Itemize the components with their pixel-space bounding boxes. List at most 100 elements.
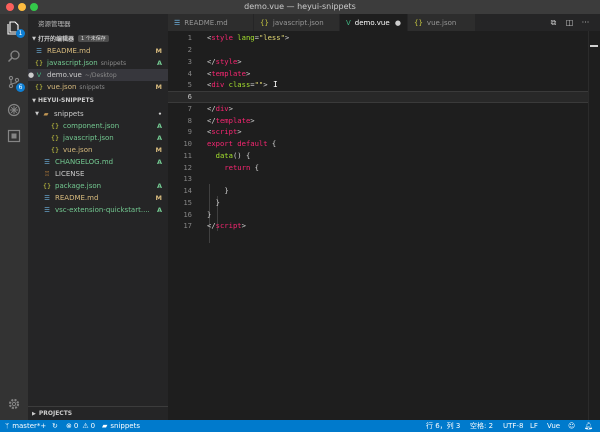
file-javascript-json[interactable]: {} javascript.json A — [28, 132, 168, 144]
branch-indicator[interactable]: ᛘ master*+ — [5, 421, 46, 431]
tab-label: javascript.json — [272, 18, 324, 27]
code-line: 13 — [168, 173, 588, 185]
sidebar-title: 资源管理器 — [38, 20, 71, 28]
json-icon: {} — [42, 182, 52, 190]
file-name: README.md — [47, 47, 91, 55]
folder-name: snippets — [110, 422, 141, 430]
cursor-position[interactable]: 行 6，列 3 — [426, 421, 460, 431]
line-number: 8 — [187, 115, 192, 125]
open-editor-demo-vue[interactable]: ● V demo.vue ~/Desktop — [28, 69, 168, 81]
file-vsc-extension-quickstart[interactable]: ☰ vsc-extension-quickstart.... A — [28, 204, 168, 216]
folder-icon: ▰ — [102, 422, 108, 430]
unsaved-count-badge: 1 个未保存 — [78, 35, 109, 42]
debug-icon[interactable] — [6, 102, 22, 118]
current-code-line: 6 — [168, 90, 588, 103]
file-path-desc: snippets — [100, 59, 127, 67]
open-editors-title: 打开的编辑器 — [38, 36, 75, 43]
expanded-chevron-icon: ▼ — [32, 35, 36, 42]
branch-name: master*+ — [12, 422, 47, 430]
notifications-bell-icon[interactable]: 🔔︎ — [584, 421, 593, 431]
open-editor-javascript-json[interactable]: {} javascript.json snippets A — [28, 57, 168, 69]
file-name: demo.vue — [47, 71, 82, 79]
source-control-badge: 6 — [16, 83, 25, 92]
line-number: 2 — [187, 45, 192, 55]
folder-icon: ▰ — [43, 110, 49, 118]
projects-section-header[interactable]: ▶ PROJECTS — [28, 406, 168, 420]
file-name: snippets — [54, 110, 84, 118]
file-name: README.md — [55, 194, 99, 202]
code-line: 17 </script> — [168, 220, 588, 232]
workspace-header[interactable]: ▼ HEYUI-SNIPPETS — [30, 95, 166, 106]
code-line: 4 <template> — [168, 67, 588, 79]
settings-gear-icon[interactable] — [6, 396, 22, 412]
git-status: A — [156, 59, 162, 67]
tab-javascript-json[interactable]: {} javascript.json — [254, 14, 340, 31]
active-folder-indicator[interactable]: ▰ snippets — [102, 421, 140, 431]
line-number: 1 — [187, 33, 192, 43]
status-bar: ᛘ master*+ ↻ ⊗ 0 ⚠ 0 ▰ snippets 行 6，列 3 … — [0, 420, 600, 432]
markdown-icon: ☰ — [44, 158, 50, 166]
cursor-position-marker — [590, 45, 598, 47]
open-editor-readme[interactable]: ☰ README.md M — [28, 45, 168, 57]
line-number: 15 — [183, 197, 192, 207]
license-icon: ♖ — [44, 170, 50, 178]
code-line: 9 <script> — [168, 126, 588, 138]
code-line: 7 </div> — [168, 103, 588, 115]
line-number: 16 — [183, 209, 192, 219]
file-readme-md[interactable]: ☰ README.md M — [28, 192, 168, 204]
file-package-json[interactable]: {} package.json A — [28, 180, 168, 192]
encoding-setting[interactable]: UTF-8 — [503, 421, 523, 431]
search-icon[interactable] — [6, 48, 22, 64]
file-license[interactable]: ♖ LICENSE — [28, 168, 168, 180]
unsaved-dot-icon[interactable]: ● — [395, 19, 401, 27]
warning-icon: ⚠ — [82, 422, 89, 430]
code-line: 12 return { — [168, 161, 588, 173]
git-status: M — [155, 47, 162, 55]
tab-label: README.md — [184, 18, 228, 27]
file-changelog-md[interactable]: ☰ CHANGELOG.md A — [28, 156, 168, 168]
feedback-smiley-icon[interactable]: ☺ — [568, 421, 575, 431]
line-number: 4 — [187, 68, 192, 78]
language-mode[interactable]: Vue — [547, 421, 560, 431]
overview-ruler[interactable] — [588, 31, 600, 420]
line-ending-setting[interactable]: LF — [530, 421, 538, 431]
split-editor-icon[interactable]: ◫ — [564, 17, 575, 28]
code-line: 11 data() { — [168, 150, 588, 162]
folder-snippets[interactable]: ▼ ▰ snippets • — [28, 108, 168, 120]
problems-indicator[interactable]: ⊗ 0 ⚠ 0 — [66, 421, 95, 431]
source-control-icon[interactable]: 6 — [6, 74, 25, 92]
file-name: javascript.json — [47, 59, 98, 67]
file-name: javascript.json — [63, 134, 114, 142]
code-line: 2 — [168, 44, 588, 56]
tab-vue-json[interactable]: {} vue.json — [408, 14, 476, 31]
more-actions-icon[interactable]: ··· — [580, 17, 591, 28]
indentation-setting[interactable]: 空格: 2 — [470, 421, 493, 431]
markdown-icon: ☰ — [174, 18, 181, 27]
file-vue-json[interactable]: {} vue.json M — [28, 144, 168, 156]
editor-tab-bar: ☰ README.md {} javascript.json V demo.vu… — [168, 14, 600, 31]
error-icon: ⊗ — [66, 422, 72, 430]
sync-icon: ↻ — [52, 422, 58, 430]
open-editors-header[interactable]: ▼ 打开的编辑器 1 个未保存 — [30, 33, 166, 44]
git-status: A — [156, 182, 162, 190]
tab-readme-md[interactable]: ☰ README.md — [168, 14, 254, 31]
projects-title: PROJECTS — [38, 410, 73, 417]
open-changes-icon[interactable]: ⧉ — [548, 17, 559, 28]
json-icon: {} — [260, 18, 269, 27]
code-line: 5 <div class=""> I — [168, 79, 588, 91]
git-status: A — [156, 122, 162, 130]
mouse-ibeam-cursor-icon: I — [273, 80, 278, 90]
tab-label: demo.vue — [354, 18, 390, 27]
file-component-json[interactable]: {} component.json A — [28, 120, 168, 132]
sync-button[interactable]: ↻ — [52, 421, 58, 431]
line-number: 12 — [183, 162, 192, 172]
explorer-icon[interactable]: 1 — [6, 20, 25, 38]
line-number: 7 — [187, 103, 192, 113]
code-editor[interactable]: 1 <style lang="less"> 2 3 </style> 4 <te… — [168, 31, 600, 420]
git-status: M — [155, 83, 162, 91]
open-editor-vue-json[interactable]: {} vue.json snippets M — [28, 81, 168, 93]
file-name: LICENSE — [55, 170, 85, 178]
file-name: vue.json — [63, 146, 93, 154]
tab-demo-vue[interactable]: V demo.vue ● — [340, 14, 408, 31]
extensions-icon[interactable] — [6, 128, 22, 144]
